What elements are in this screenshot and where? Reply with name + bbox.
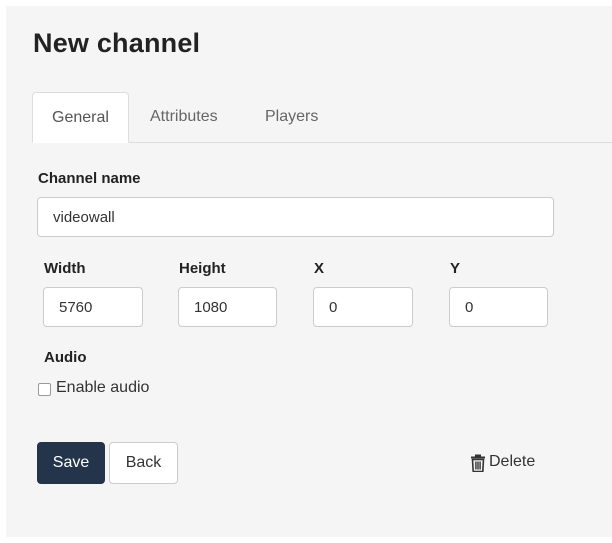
save-button[interactable]: Save [37, 442, 105, 484]
channel-name-label: Channel name [38, 170, 141, 187]
x-label: X [314, 260, 325, 277]
tab-players[interactable]: Players [265, 92, 318, 142]
x-input[interactable]: 0 [313, 287, 413, 327]
channel-form-panel: New channel General Attributes Players C… [6, 6, 612, 537]
y-label: Y [450, 260, 461, 277]
delete-label: Delete [489, 453, 536, 470]
channel-name-input[interactable]: videowall [37, 197, 554, 237]
page-title: New channel [33, 28, 201, 58]
enable-audio-label[interactable]: Enable audio [56, 379, 149, 397]
height-input[interactable]: 1080 [178, 287, 277, 327]
trash-icon [471, 454, 485, 472]
audio-label: Audio [44, 349, 87, 366]
enable-audio-checkbox[interactable] [38, 383, 51, 396]
height-label: Height [179, 260, 226, 277]
y-input[interactable]: 0 [449, 287, 548, 327]
width-input[interactable]: 5760 [43, 287, 143, 327]
tab-attributes[interactable]: Attributes [150, 92, 218, 142]
tab-general[interactable]: General [32, 92, 129, 143]
tab-bar: General Attributes Players [32, 92, 612, 143]
width-label: Width [44, 260, 86, 277]
back-button[interactable]: Back [109, 442, 178, 484]
